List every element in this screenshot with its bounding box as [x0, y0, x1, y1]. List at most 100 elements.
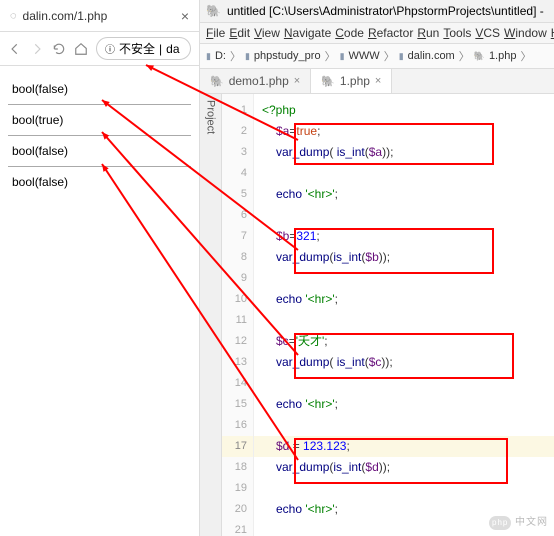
address-bar[interactable]: ⓘ 不安全 | da: [96, 37, 191, 60]
php-icon: 🐘: [474, 51, 485, 62]
code-line[interactable]: var_dump( is_int($a));: [254, 142, 554, 163]
menu-edit[interactable]: Edit: [229, 26, 250, 40]
gutter-line: 9: [222, 268, 253, 289]
gutter-line: 2: [222, 121, 253, 142]
chevron-right-icon: 〉: [459, 48, 470, 64]
gutter-line: 14: [222, 373, 253, 394]
gutter-line: 15: [222, 394, 253, 415]
home-icon[interactable]: [74, 42, 88, 56]
php-icon: 🐘: [321, 75, 335, 88]
code-line[interactable]: $a=true;: [254, 121, 554, 142]
gutter-line: 1: [222, 100, 253, 121]
ide-filetabs: 🐘demo1.php×🐘1.php×: [200, 69, 554, 94]
code-line[interactable]: echo '<hr>';: [254, 184, 554, 205]
gutter-line: 7: [222, 226, 253, 247]
code-line[interactable]: [254, 373, 554, 394]
crumb-WWW[interactable]: WWW: [349, 50, 380, 62]
gutter-line: 12: [222, 331, 253, 352]
crumb-phpstudy_pro[interactable]: phpstudy_pro: [254, 50, 321, 62]
gutter-line: 19: [222, 478, 253, 499]
gutter-line: 6: [222, 205, 253, 226]
forward-icon[interactable]: [30, 42, 44, 56]
menu-navigate[interactable]: Navigate: [284, 26, 331, 40]
menu-view[interactable]: View: [254, 26, 280, 40]
gutter-line: 10: [222, 289, 253, 310]
gutter-line: 17: [222, 436, 253, 457]
menu-refactor[interactable]: Refactor: [368, 26, 413, 40]
close-icon[interactable]: ×: [294, 75, 300, 87]
code-line[interactable]: var_dump( is_int($c));: [254, 352, 554, 373]
code-line[interactable]: [254, 310, 554, 331]
menu-window[interactable]: Window: [504, 26, 547, 40]
watermark-text: 中文网: [515, 517, 548, 528]
chevron-right-icon: 〉: [520, 48, 531, 64]
menu-code[interactable]: Code: [335, 26, 364, 40]
browser-tab[interactable]: ◌ dalin.com/1.php ×: [0, 0, 199, 31]
gutter-line: 4: [222, 163, 253, 184]
code-line[interactable]: $c='夭才';: [254, 331, 554, 352]
gutter-line: 13: [222, 352, 253, 373]
gutter-line: 18: [222, 457, 253, 478]
code-line[interactable]: $b=321;: [254, 226, 554, 247]
address-separator: |: [159, 42, 162, 56]
code-line[interactable]: var_dump(is_int($d));: [254, 457, 554, 478]
php-icon: 🐘: [210, 75, 224, 88]
folder-icon: ▮: [340, 51, 345, 62]
output-line: bool(false): [8, 136, 191, 166]
watermark-logo: php: [489, 516, 511, 530]
insecure-icon: ⓘ: [105, 41, 115, 56]
file-tab-1-php[interactable]: 🐘 1.php ×: [311, 69, 392, 93]
close-icon[interactable]: ×: [181, 8, 189, 24]
ide-breadcrumb[interactable]: ▮ D: 〉 ▮ phpstudy_pro 〉 ▮ WWW 〉 ▮ dalin.com 〉 🐘 1.php…: [200, 44, 554, 69]
editor[interactable]: 12345678910111213141516171819202122 <?ph…: [222, 94, 554, 536]
code-line[interactable]: [254, 163, 554, 184]
chevron-right-icon: 〉: [230, 48, 241, 64]
gutter-line: 16: [222, 415, 253, 436]
ide-title-text: untitled [C:\Users\Administrator\Phpstor…: [227, 4, 548, 18]
line-gutter: 12345678910111213141516171819202122: [222, 94, 254, 536]
menu-run[interactable]: Run: [417, 26, 439, 40]
close-icon[interactable]: ×: [375, 75, 381, 87]
chevron-right-icon: 〉: [384, 48, 395, 64]
project-toolwindow-tab[interactable]: Project: [200, 94, 222, 536]
crumb-D[interactable]: D:: [215, 50, 226, 62]
code-line[interactable]: <?php: [254, 100, 554, 121]
folder-icon: ▮: [206, 51, 211, 62]
globe-icon: ◌: [10, 10, 17, 22]
browser-toolbar: ⓘ 不安全 | da: [0, 32, 199, 66]
ide-pane: 🐘 untitled [C:\Users\Administrator\Phpst…: [200, 0, 554, 536]
code-line[interactable]: var_dump(is_int($b));: [254, 247, 554, 268]
reload-icon[interactable]: [52, 42, 66, 56]
file-tab-demo1-php[interactable]: 🐘demo1.php×: [200, 69, 311, 93]
gutter-line: 8: [222, 247, 253, 268]
code-line[interactable]: [254, 478, 554, 499]
code-line[interactable]: [254, 205, 554, 226]
menu-vcs[interactable]: VCS: [475, 26, 500, 40]
gutter-line: 5: [222, 184, 253, 205]
insecure-label: 不安全: [119, 40, 155, 57]
folder-icon: ▮: [399, 51, 404, 62]
php-icon: 🐘: [206, 4, 221, 18]
gutter-line: 21: [222, 520, 253, 536]
gutter-line: 11: [222, 310, 253, 331]
menu-file[interactable]: File: [206, 26, 225, 40]
code-line[interactable]: [254, 268, 554, 289]
browser-tab-title: dalin.com/1.php: [23, 9, 108, 23]
code-line[interactable]: $d = 123.123;: [254, 436, 554, 457]
browser-tabbar: ◌ dalin.com/1.php ×: [0, 0, 199, 32]
code-line[interactable]: [254, 415, 554, 436]
ide-menubar[interactable]: File Edit View Navigate Code Refactor Run Tools…: [200, 23, 554, 44]
gutter-line: 3: [222, 142, 253, 163]
chevron-right-icon: 〉: [325, 48, 336, 64]
crumb-1php[interactable]: 1.php: [489, 50, 517, 62]
address-text: da: [166, 42, 179, 56]
code-line[interactable]: echo '<hr>';: [254, 394, 554, 415]
back-icon[interactable]: [8, 42, 22, 56]
file-tab-label: 1.php: [340, 74, 370, 88]
code-line[interactable]: echo '<hr>';: [254, 289, 554, 310]
output-line: bool(true): [8, 105, 191, 135]
crumb-dalincom[interactable]: dalin.com: [408, 50, 455, 62]
folder-icon: ▮: [245, 51, 250, 62]
menu-tools[interactable]: Tools: [443, 26, 471, 40]
code-area[interactable]: <?php$a=true;var_dump( is_int($a));echo …: [254, 94, 554, 536]
